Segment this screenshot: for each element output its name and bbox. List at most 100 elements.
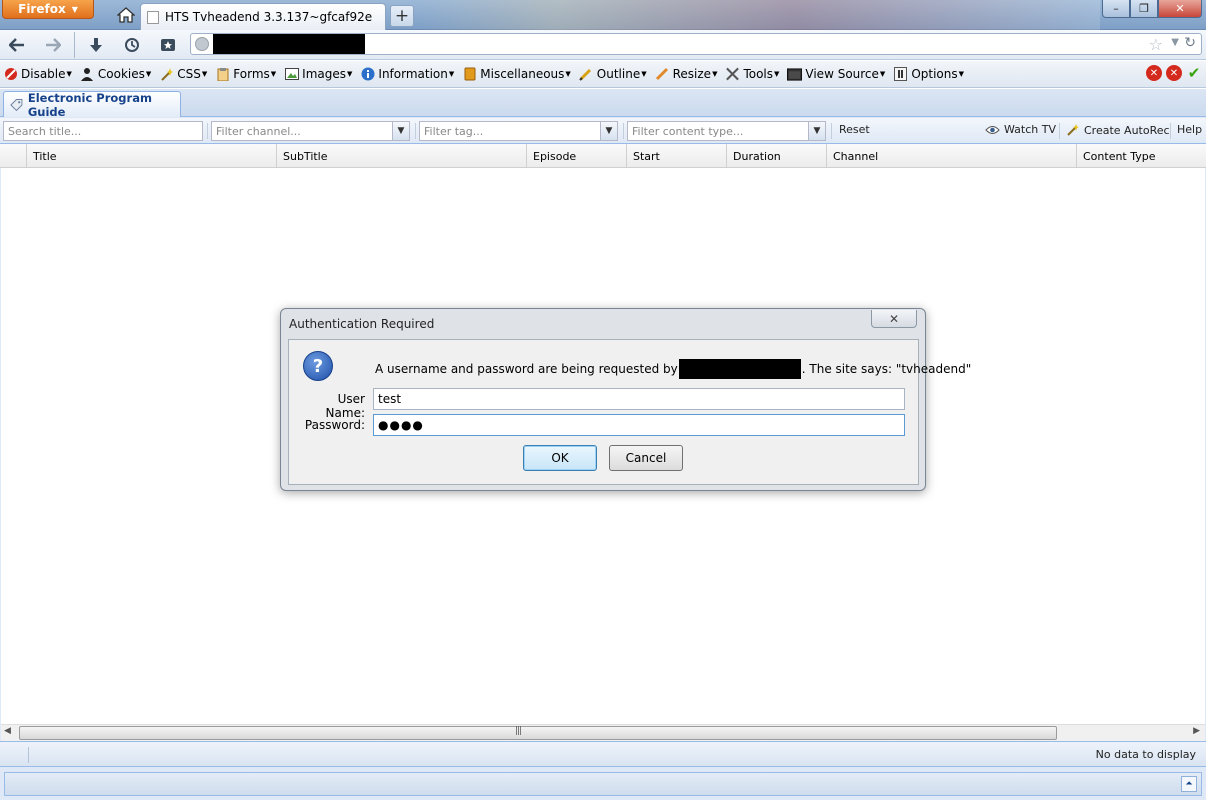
chevron-down-icon: ▼ bbox=[201, 70, 208, 78]
horizontal-scrollbar[interactable]: ◀ ||| ▶ bbox=[1, 724, 1205, 741]
devtool-view-source[interactable]: View Source ▼ bbox=[787, 67, 885, 82]
devtool-miscellaneous[interactable]: Miscellaneous ▼ bbox=[462, 67, 571, 82]
home-button[interactable] bbox=[114, 4, 138, 26]
url-dropdown-icon[interactable]: ▼ bbox=[1171, 37, 1179, 48]
devtool-resize[interactable]: Resize ▼ bbox=[655, 67, 718, 82]
filter-tag-combo[interactable]: Filter tag... ▼ bbox=[419, 121, 618, 141]
chevron-down-icon: ▼ bbox=[66, 70, 72, 78]
devtool-options[interactable]: Options ▼ bbox=[893, 67, 964, 82]
bookmarks-button[interactable] bbox=[157, 35, 179, 55]
css-error-icon[interactable]: ✕ bbox=[1146, 65, 1162, 81]
web-developer-toolbar: Disable ▼ Cookies ▼ CSS ▼ Forms ▼ Images ▼ In… bbox=[0, 61, 1206, 88]
ok-button[interactable]: OK bbox=[523, 445, 597, 471]
dialog-close-button[interactable]: ✕ bbox=[871, 310, 917, 328]
watch-tv-button[interactable]: Watch TV bbox=[985, 123, 1056, 136]
resize-icon bbox=[655, 67, 670, 82]
toolbar-separator bbox=[623, 123, 624, 139]
devtool-css[interactable]: CSS ▼ bbox=[159, 67, 207, 82]
close-window-button[interactable]: ✕ bbox=[1158, 0, 1202, 18]
filter-tag-placeholder: Filter tag... bbox=[424, 125, 484, 138]
column-header-start[interactable]: Start bbox=[627, 144, 727, 167]
message-after: . The site says: "tvheadend" bbox=[801, 362, 972, 376]
column-header-duration[interactable]: Duration bbox=[727, 144, 827, 167]
minimize-button[interactable]: – bbox=[1102, 0, 1130, 18]
toolbar-separator bbox=[207, 123, 208, 139]
column-header-title[interactable]: Title bbox=[27, 144, 277, 167]
validation-ok-icon[interactable]: ✔ bbox=[1186, 64, 1202, 82]
devtool-label: Outline bbox=[596, 67, 641, 81]
reset-button[interactable]: Reset bbox=[839, 123, 870, 136]
images-icon bbox=[284, 67, 299, 82]
forms-icon bbox=[215, 67, 230, 82]
chevron-down-icon[interactable]: ▼ bbox=[808, 122, 825, 140]
js-error-icon[interactable]: ✕ bbox=[1166, 65, 1182, 81]
authentication-dialog: Authentication Required ✕ ? A username a… bbox=[280, 308, 971, 491]
devtool-label: Cookies bbox=[97, 67, 145, 81]
tab-title: HTS Tvheadend 3.3.137~gfcaf92e bbox=[165, 10, 373, 24]
chevron-down-icon[interactable]: ▼ bbox=[600, 122, 617, 140]
help-button[interactable]: Help bbox=[1177, 123, 1202, 136]
forward-button[interactable] bbox=[42, 35, 64, 55]
column-header-episode[interactable]: Episode bbox=[527, 144, 627, 167]
information-icon bbox=[360, 67, 375, 82]
dialog-message: A username and password are being reques… bbox=[375, 359, 971, 379]
devtool-information[interactable]: Information ▼ bbox=[360, 67, 454, 82]
url-bar[interactable]: ☆ ▼ ↻ bbox=[190, 33, 1202, 55]
restore-button[interactable]: ❐ bbox=[1130, 0, 1158, 18]
chevron-down-icon: ▼ bbox=[565, 70, 571, 78]
eye-icon bbox=[985, 125, 1000, 134]
column-header-subtitle[interactable]: SubTitle bbox=[277, 144, 527, 167]
bookmark-star-icon[interactable]: ☆ bbox=[1149, 35, 1163, 54]
devtool-tools[interactable]: Tools ▼ bbox=[725, 67, 779, 82]
chevron-down-icon[interactable]: ▼ bbox=[392, 122, 409, 140]
devtool-images[interactable]: Images ▼ bbox=[284, 67, 352, 82]
filter-channel-combo[interactable]: Filter channel... ▼ bbox=[211, 121, 410, 141]
redacted-host bbox=[678, 359, 801, 379]
devtool-forms[interactable]: Forms ▼ bbox=[215, 67, 276, 82]
devtool-label: Resize bbox=[672, 67, 712, 81]
ok-label: OK bbox=[551, 451, 569, 465]
tab-electronic-program-guide[interactable]: Electronic Program Guide bbox=[3, 90, 181, 119]
miscellaneous-icon bbox=[462, 67, 477, 82]
username-field[interactable]: test bbox=[373, 388, 905, 410]
column-header-channel[interactable]: Channel bbox=[827, 144, 1077, 167]
downloads-button[interactable] bbox=[85, 35, 107, 55]
filter-channel-placeholder: Filter channel... bbox=[216, 125, 301, 138]
scroll-right-icon[interactable]: ▶ bbox=[1193, 726, 1200, 736]
downloads-icon bbox=[90, 38, 102, 52]
password-label: Password: bbox=[304, 418, 365, 432]
close-icon: ✕ bbox=[888, 311, 900, 326]
site-identity-icon[interactable] bbox=[195, 37, 209, 51]
search-title-input[interactable]: Search title... bbox=[3, 121, 203, 141]
devtool-label: CSS bbox=[177, 67, 201, 81]
create-autorec-button[interactable]: Create AutoRec bbox=[1066, 123, 1170, 137]
username-label: User Name: bbox=[325, 392, 365, 420]
filter-content-type-combo[interactable]: Filter content type... ▼ bbox=[627, 121, 826, 141]
devtool-label: Disable bbox=[21, 67, 66, 81]
devtool-outline[interactable]: Outline ▼ bbox=[579, 67, 647, 82]
reload-icon[interactable]: ↻ bbox=[1184, 35, 1196, 51]
chevron-down-icon: ▼ bbox=[145, 70, 152, 78]
cancel-label: Cancel bbox=[625, 451, 667, 465]
history-button[interactable] bbox=[121, 35, 143, 55]
devtool-disable[interactable]: Disable ▼ bbox=[3, 67, 72, 82]
password-field[interactable]: ●●●● bbox=[373, 414, 905, 436]
tab-label: Electronic Program Guide bbox=[27, 90, 152, 119]
column-header-expander bbox=[0, 144, 27, 167]
scrollbar-thumb[interactable] bbox=[19, 726, 1057, 740]
cancel-button[interactable]: Cancel bbox=[609, 445, 683, 471]
scroll-left-icon[interactable]: ◀ bbox=[4, 726, 11, 736]
redacted-url bbox=[213, 34, 365, 54]
devtool-cookies[interactable]: Cookies ▼ bbox=[80, 67, 151, 82]
epg-grid-header: Title SubTitle Episode Start Duration Ch… bbox=[0, 144, 1206, 168]
new-tab-button[interactable]: + bbox=[390, 5, 414, 27]
browser-tab[interactable]: HTS Tvheadend 3.3.137~gfcaf92e bbox=[140, 3, 386, 30]
devtool-status: ✕ ✕ ✔ bbox=[1146, 64, 1202, 82]
expand-panel-icon[interactable]: ⏶ bbox=[1181, 776, 1197, 792]
column-header-content-type[interactable]: Content Type bbox=[1077, 144, 1206, 167]
back-button[interactable] bbox=[6, 35, 28, 55]
firefox-menu-button[interactable]: Firefox ▼ bbox=[2, 0, 94, 19]
chevron-down-icon: ▼ bbox=[712, 70, 718, 78]
desktop-background bbox=[420, 0, 1100, 30]
magic-wand-icon bbox=[1067, 124, 1079, 136]
